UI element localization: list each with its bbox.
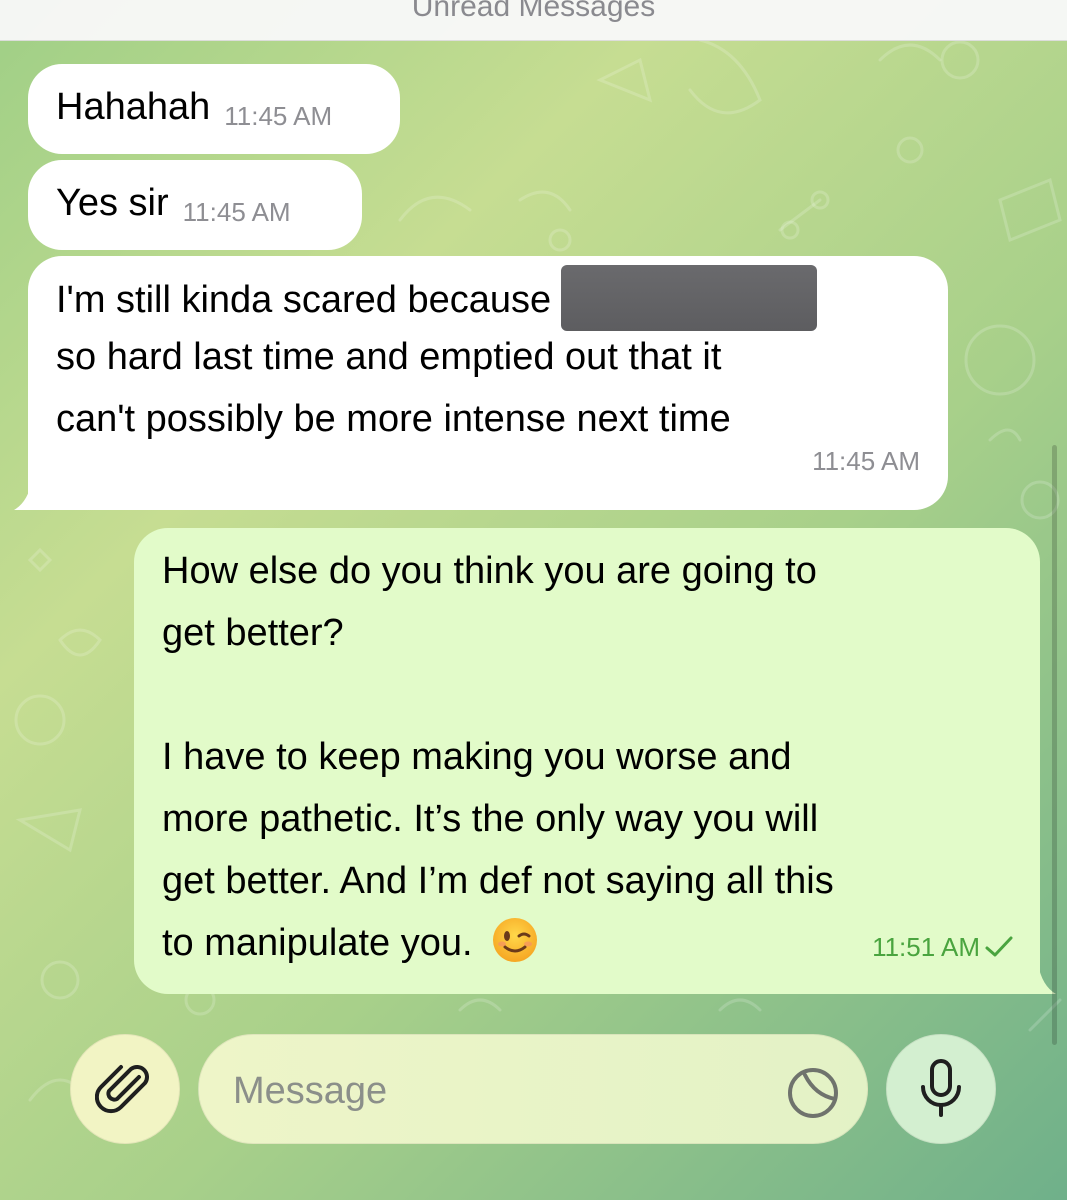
sticker-icon[interactable] xyxy=(785,1065,841,1121)
message-time: 11:45 AM xyxy=(182,197,291,227)
redacted-text-block xyxy=(561,264,818,331)
voice-message-button[interactable] xyxy=(886,1034,996,1144)
winking-face-emoji-icon xyxy=(493,918,538,962)
message-text-line-1: I'm still kinda scared because xyxy=(56,260,948,331)
sent-check-icon xyxy=(985,936,1013,957)
message-text-line-2: get better? xyxy=(162,612,344,654)
microphone-icon xyxy=(921,1059,961,1117)
message-text-line-4: more pathetic. It’s the only way you wil… xyxy=(162,798,819,840)
paperclip-icon xyxy=(95,1065,149,1114)
attach-button[interactable] xyxy=(70,1034,180,1144)
incoming-message-bubble[interactable]: Hahahah 11:45 AM xyxy=(28,64,400,154)
message-text-line-3: I have to keep making you worse and xyxy=(162,736,792,778)
message-text-line-1: How else do you think you are going to xyxy=(162,550,817,592)
message-time: 11:45 AM xyxy=(812,446,920,476)
incoming-message-bubble[interactable]: Yes sir 11:45 AM xyxy=(28,160,362,250)
message-text-line-5: get better. And I’m def not saying all t… xyxy=(162,860,834,902)
bubble-tail xyxy=(14,480,48,510)
unread-messages-divider: Unread Messages xyxy=(0,0,1067,41)
message-time: 11:45 AM xyxy=(224,101,333,131)
outgoing-message-bubble[interactable]: How else do you think you are going to g… xyxy=(134,528,1056,994)
message-text: Yes sir xyxy=(56,182,169,224)
message-text-line-2: so hard last time and emptied out that i… xyxy=(56,336,722,378)
message-time: 11:51 AM xyxy=(872,916,1014,978)
unread-messages-label: Unread Messages xyxy=(411,0,656,23)
message-input[interactable] xyxy=(231,1055,755,1127)
message-text: Hahahah xyxy=(56,86,211,128)
message-input-field[interactable] xyxy=(198,1034,868,1144)
bubble-tail xyxy=(1022,964,1056,994)
scrollbar[interactable] xyxy=(1052,445,1057,1045)
incoming-message-bubble[interactable]: I'm still kinda scared because so hard l… xyxy=(14,256,948,510)
